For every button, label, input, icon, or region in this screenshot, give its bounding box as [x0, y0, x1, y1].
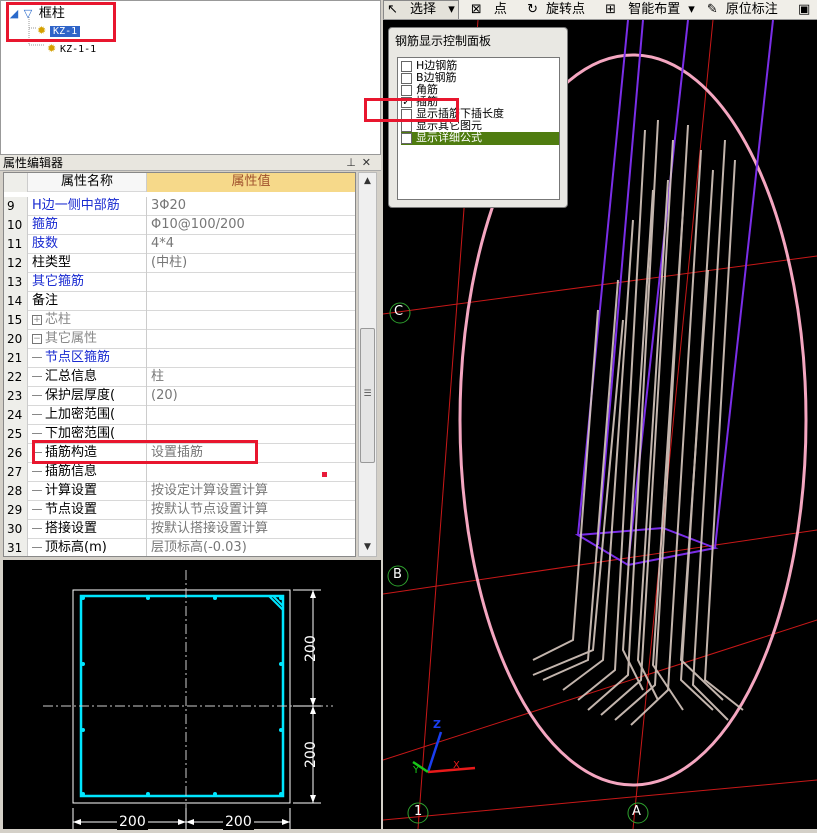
section-drawing — [43, 570, 333, 829]
property-editor-title: 属性编辑器 — [3, 156, 64, 170]
dim-right-top: 200 — [303, 635, 319, 662]
table-row[interactable]: 30 搭接设置 按默认搭接设置计算 — [4, 520, 355, 539]
table-row[interactable]: 23 保护层厚度( (20) — [4, 387, 355, 406]
checkbox[interactable] — [401, 60, 412, 72]
table-row[interactable]: 12 柱类型 (中柱) — [4, 254, 355, 273]
table-row[interactable]: 27 插筋信息 — [4, 463, 355, 482]
rebar-option-list: H边钢筋 B边钢筋 角筋 ✓ 插筋 显示插筋下插长度 显示其它图元 显示详细公式 — [397, 57, 560, 200]
panel-title: 钢筋显示控制面板 — [395, 34, 492, 48]
table-row[interactable]: 24 上加密范围( — [4, 406, 355, 425]
table-row[interactable]: 10 箍筋 Φ10@100/200 — [4, 216, 355, 235]
rotate-point-button[interactable]: ↻ 旋转点 — [527, 1, 593, 19]
column-header-name: 属性名称 — [28, 173, 147, 192]
highlight-box-dowel — [364, 98, 459, 122]
collapse-minus-icon[interactable]: − — [32, 333, 42, 344]
tree-item-kz-1-1[interactable]: ✹ KZ-1-1 — [47, 40, 96, 56]
table-row[interactable]: 15 + 芯柱 — [4, 311, 355, 330]
point-icon: ⊠ — [470, 2, 482, 17]
table-row[interactable]: 22 汇总信息 柱 — [4, 368, 355, 387]
checkbox[interactable] — [401, 72, 412, 84]
table-row[interactable]: 20 − 其它属性 — [4, 330, 355, 349]
grid-label-1: 1 — [414, 804, 423, 819]
table-row[interactable]: 14 备注 — [4, 292, 355, 311]
grid-header-row: 属性名称 属性值 — [4, 173, 355, 192]
option-detailed-formula[interactable]: 显示详细公式 — [401, 132, 559, 145]
expand-plus-icon[interactable]: + — [32, 314, 42, 325]
table-row[interactable]: 29 节点设置 按默认节点设置计算 — [4, 501, 355, 520]
axis-x-label: X — [453, 760, 460, 771]
figure-icon: ▣ — [797, 2, 811, 17]
axis-z-label: Z — [433, 718, 441, 731]
dim-bottom-right: 200 — [223, 814, 254, 830]
figure-button[interactable]: ▣图元 — [798, 1, 817, 19]
label-icon: ✎ — [706, 2, 718, 17]
checkbox[interactable] — [401, 132, 412, 144]
axis-y-label: Y — [413, 765, 420, 776]
grid-icon: ⊞ — [605, 2, 617, 17]
grid-label-c: C — [394, 304, 404, 319]
table-row[interactable]: 9 H边一侧中部筋 3Φ20 — [4, 197, 355, 216]
pin-icon[interactable]: ⊥ — [346, 156, 362, 169]
highlight-box-rebar-row — [32, 440, 258, 464]
column-header-value: 属性值 — [147, 173, 355, 192]
rotate-icon: ↻ — [527, 2, 538, 17]
scroll-thumb[interactable]: ☰ — [360, 328, 375, 463]
checkbox[interactable] — [401, 120, 412, 132]
smart-layout-button[interactable]: ⊞ 智能布置 ▾ — [605, 1, 695, 19]
property-grid: 属性名称 属性值 9 H边一侧中部筋 3Φ20 10 箍筋 Φ10@100/20… — [3, 172, 356, 557]
checkbox[interactable] — [401, 84, 412, 96]
table-row[interactable]: 13 其它箍筋 — [4, 273, 355, 292]
table-row[interactable]: 28 计算设置 按设定计算设置计算 — [4, 482, 355, 501]
table-row[interactable]: 11 肢数 4*4 — [4, 235, 355, 254]
viewport-toolbar: ↖ 选择 ▾ ⊠ 点 ↻旋转点 ⊞ 智能布置▾ ✎原位标注 ▣图元 — [383, 0, 817, 20]
select-button[interactable]: ↖ 选择 ▾ — [383, 0, 459, 19]
highlight-box-tree — [6, 2, 116, 42]
table-row[interactable]: 31 顶标高(m) 层顶标高(-0.03) — [4, 539, 355, 556]
cursor-icon: ↖ — [387, 2, 398, 17]
column-section-view[interactable]: 200 200 200 200 — [3, 560, 381, 830]
grid-label-b: B — [393, 567, 402, 582]
close-icon[interactable]: ✕ — [362, 156, 377, 169]
vertical-scrollbar[interactable]: ▲ ☰ ▼ — [358, 172, 377, 557]
scroll-down-icon[interactable]: ▼ — [359, 539, 376, 556]
dim-right-bottom: 200 — [303, 741, 319, 768]
table-row[interactable]: 21 节点区箍筋 — [4, 349, 355, 368]
marker-dot — [322, 472, 327, 477]
dim-bottom-left: 200 — [117, 814, 148, 830]
tree-item-label: KZ-1-1 — [60, 44, 97, 55]
point-button[interactable]: ⊠ 点 — [471, 1, 515, 19]
property-editor-header: 属性编辑器 ⊥✕ — [0, 155, 381, 171]
scroll-up-icon[interactable]: ▲ — [359, 173, 376, 190]
grid-label-a: A — [632, 804, 641, 819]
in-situ-label-button[interactable]: ✎ 原位标注 — [707, 1, 786, 19]
